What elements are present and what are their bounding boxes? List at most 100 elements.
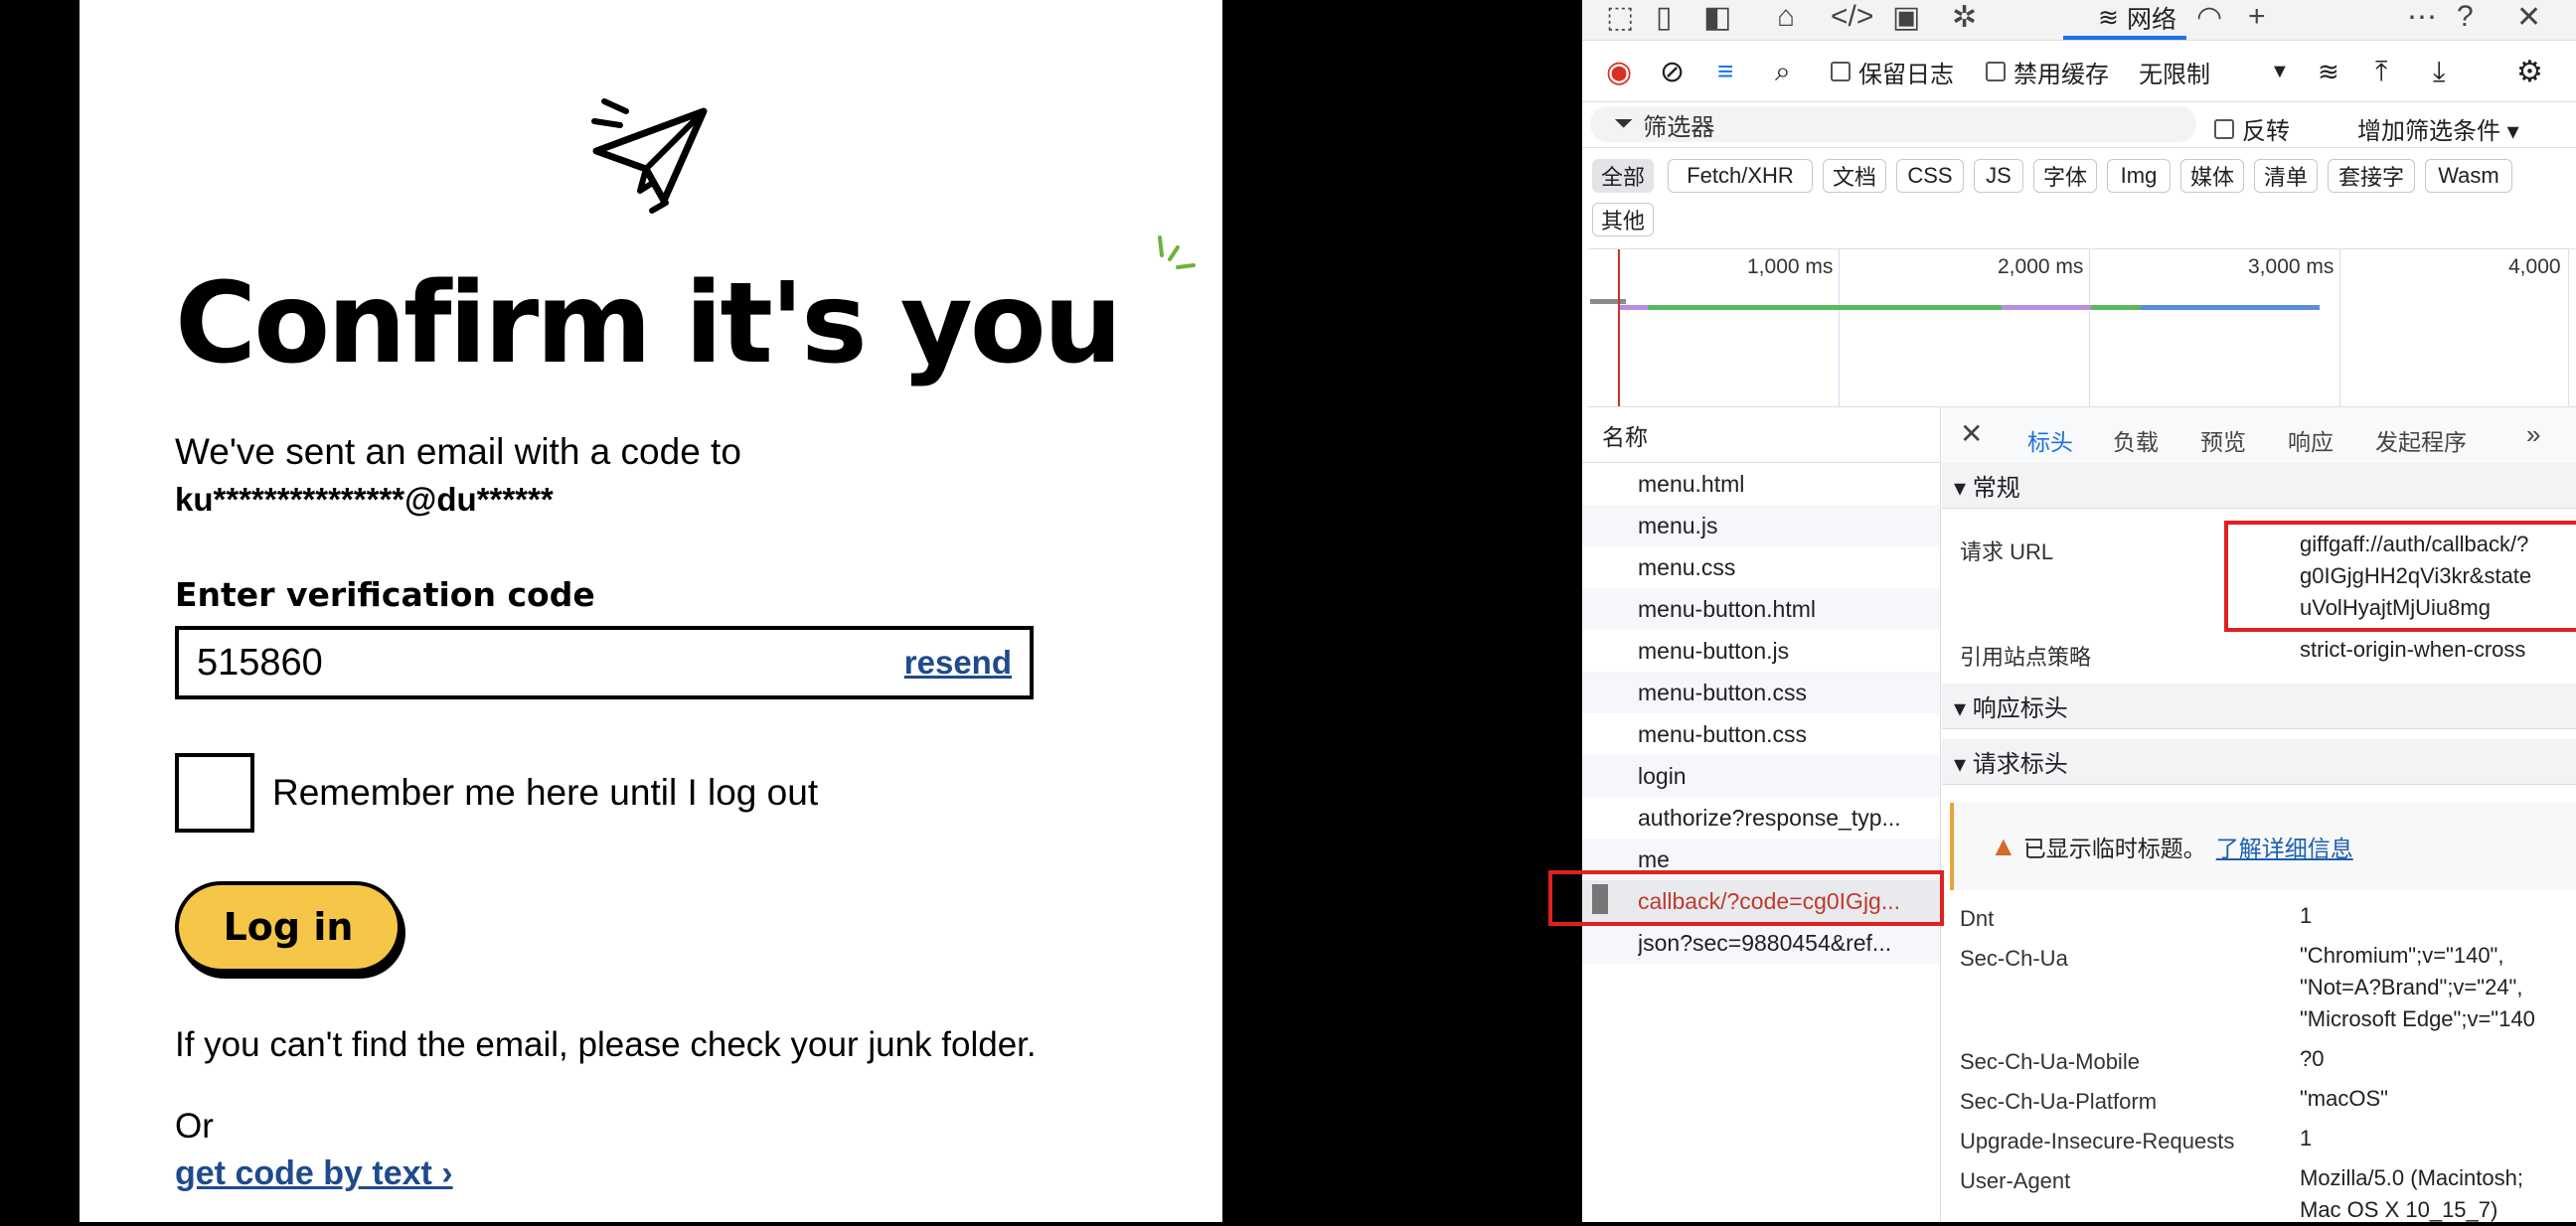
chip-js[interactable]: JS	[1974, 159, 2023, 193]
request-row[interactable]: login	[1582, 755, 1940, 797]
get-code-by-text-link[interactable]: get code by text ›	[175, 1154, 453, 1193]
warning-icon: ▲	[1990, 831, 2017, 861]
remember-me-checkbox[interactable]	[175, 753, 254, 833]
sidebar-icon[interactable]: ◧	[1703, 0, 1731, 35]
tab-network[interactable]: ≋ 网络	[2063, 0, 2186, 40]
chip-font[interactable]: 字体	[2033, 159, 2097, 193]
upload-icon[interactable]: ⤒	[2375, 56, 2387, 88]
tab-preview[interactable]: 预览	[2200, 423, 2246, 457]
disable-cache-option[interactable]: 禁用缓存	[1986, 55, 2109, 89]
request-headers-section[interactable]: ▾ 请求标头	[1942, 739, 2576, 785]
preserve-log-checkbox[interactable]	[1831, 62, 1851, 81]
code-value: 515860	[197, 641, 323, 684]
help-icon[interactable]: ?	[2457, 0, 2474, 34]
home-icon[interactable]: ⌂	[1777, 0, 1795, 34]
chip-doc[interactable]: 文档	[1823, 159, 1886, 193]
close-icon[interactable]: ✕	[2516, 0, 2541, 35]
chip-fetch-xhr[interactable]: Fetch/XHR	[1668, 159, 1813, 193]
request-name: menu-button.css	[1638, 679, 1808, 705]
filter-icon[interactable]: ≡	[1717, 56, 1733, 87]
close-details-icon[interactable]: ✕	[1960, 417, 1983, 450]
timeline-bar	[1618, 305, 1652, 310]
network-conditions-icon[interactable]: ≋	[2318, 57, 2339, 87]
header-value: "macOS"	[2300, 1086, 2388, 1111]
general-section-header[interactable]: ▾ 常规	[1942, 463, 2576, 509]
disable-cache-label: 禁用缓存	[2013, 61, 2109, 88]
console-icon[interactable]: ▣	[1892, 0, 1920, 35]
request-row[interactable]: menu-button.html	[1582, 588, 1940, 630]
login-button[interactable]: Log in	[175, 881, 402, 973]
request-name: login	[1638, 762, 1687, 789]
filter-placeholder: 筛选器	[1643, 113, 1715, 141]
chip-socket[interactable]: 套接字	[2328, 159, 2415, 193]
device-toggle-icon[interactable]: ▯	[1656, 0, 1673, 35]
chip-other[interactable]: 其他	[1592, 203, 1654, 236]
resend-link[interactable]: resend	[904, 644, 1012, 682]
tab-payload[interactable]: 负载	[2113, 423, 2159, 457]
timeline-gridline	[2568, 249, 2569, 406]
bug-icon[interactable]: ✲	[1952, 0, 1977, 35]
request-row[interactable]: menu-button.css	[1582, 713, 1940, 755]
network-toolbar: ◉ ⊘ ≡ ⌕ 保留日志 禁用缓存 无限制 ▼ ≋ ⤒ ⤓ ⚙	[1582, 42, 2576, 102]
tab-response[interactable]: 响应	[2288, 423, 2334, 457]
record-icon[interactable]: ◉	[1606, 55, 1632, 89]
chip-css[interactable]: CSS	[1896, 159, 1964, 193]
sparkle-icon	[1158, 235, 1196, 269]
header-value: "Not=A?Brand";v="24",	[2300, 975, 2523, 999]
request-row[interactable]: json?sec=9880454&ref...	[1582, 922, 1940, 964]
search-icon[interactable]: ⌕	[1775, 56, 1791, 88]
request-row[interactable]: menu.html	[1582, 463, 1940, 505]
network-timeline[interactable]: 1,000 ms 2,000 ms 3,000 ms 4,000	[1588, 248, 2576, 407]
request-name: menu-button.js	[1638, 637, 1790, 664]
performance-icon[interactable]: ◠	[2196, 0, 2222, 35]
header-key: Dnt	[1960, 906, 1995, 931]
request-row[interactable]: menu-button.js	[1582, 630, 1940, 672]
learn-more-link[interactable]: 了解详细信息	[2216, 830, 2353, 863]
more-filters-button[interactable]: 增加筛选条件 ▾	[2357, 111, 2519, 146]
inspect-icon[interactable]: ⬚	[1606, 0, 1634, 35]
clear-icon[interactable]: ⊘	[1660, 55, 1685, 89]
tab-network-label: 网络	[2126, 6, 2176, 34]
timeline-bar	[2200, 305, 2320, 310]
invert-checkbox[interactable]	[2214, 118, 2234, 139]
download-icon[interactable]: ⤓	[2433, 56, 2445, 88]
tab-initiator[interactable]: 发起程序	[2375, 423, 2467, 457]
invert-option[interactable]: 反转	[2214, 111, 2290, 146]
filter-input[interactable]: ⏷ 筛选器	[1590, 106, 2196, 142]
response-headers-section[interactable]: ▾ 响应标头	[1942, 684, 2576, 729]
type-filter-chips: 全部 Fetch/XHR 文档 CSS JS 字体 Img 媒体 清单 套接字 …	[1582, 151, 2576, 246]
verification-code-input[interactable]: 515860 resend	[175, 626, 1034, 699]
referrer-policy-key: 引用站点策略	[1960, 645, 2092, 670]
name-column-header[interactable]: 名称	[1582, 407, 1940, 463]
chip-wasm[interactable]: Wasm	[2425, 159, 2512, 193]
disable-cache-checkbox[interactable]	[1986, 62, 2006, 81]
throttle-select[interactable]: 无限制	[2139, 55, 2210, 89]
remember-me-label: Remember me here until I log out	[272, 772, 819, 813]
gear-icon[interactable]: ⚙	[2516, 55, 2543, 89]
chevron-down-icon[interactable]: ▼	[2270, 61, 2290, 83]
devtools-panel: ⬚ ▯ ◧ ⌂ </> ▣ ✲ ≋ 网络 ◠ + ⋯ ? ✕ ◉ ⊘ ≡ ⌕ 保…	[1548, 0, 2576, 1222]
timeline-bar	[2002, 305, 2091, 310]
chip-media[interactable]: 媒体	[2180, 159, 2244, 193]
wifi-icon: ≋	[2098, 4, 2119, 32]
elements-icon[interactable]: </>	[1831, 0, 1873, 34]
preserve-log-option[interactable]: 保留日志	[1831, 55, 1954, 89]
request-url-key: 请求 URL	[1960, 539, 2054, 564]
timeline-label-1000: 1,000 ms	[1747, 255, 1834, 278]
more-tabs-icon[interactable]: »	[2526, 419, 2540, 450]
remember-me-row[interactable]: Remember me here until I log out	[175, 753, 818, 833]
add-tab-icon[interactable]: +	[2248, 0, 2266, 34]
request-row[interactable]: authorize?response_typ...	[1582, 797, 1940, 839]
chip-manifest[interactable]: 清单	[2254, 159, 2318, 193]
chip-img[interactable]: Img	[2107, 159, 2171, 193]
request-row[interactable]: menu.js	[1582, 505, 1940, 546]
more-icon[interactable]: ⋯	[2407, 0, 2437, 35]
detail-tabs: ✕ 标头 负载 预览 响应 发起程序 »	[1942, 407, 2576, 469]
request-name: menu.css	[1638, 553, 1736, 580]
chip-all[interactable]: 全部	[1592, 159, 1654, 193]
header-value: 1	[2300, 903, 2313, 928]
sent-message: We've sent an email with a code to	[175, 431, 741, 472]
timeline-label-4000: 4,000	[2508, 255, 2561, 278]
request-row[interactable]: menu-button.css	[1582, 672, 1940, 713]
request-row[interactable]: menu.css	[1582, 546, 1940, 588]
